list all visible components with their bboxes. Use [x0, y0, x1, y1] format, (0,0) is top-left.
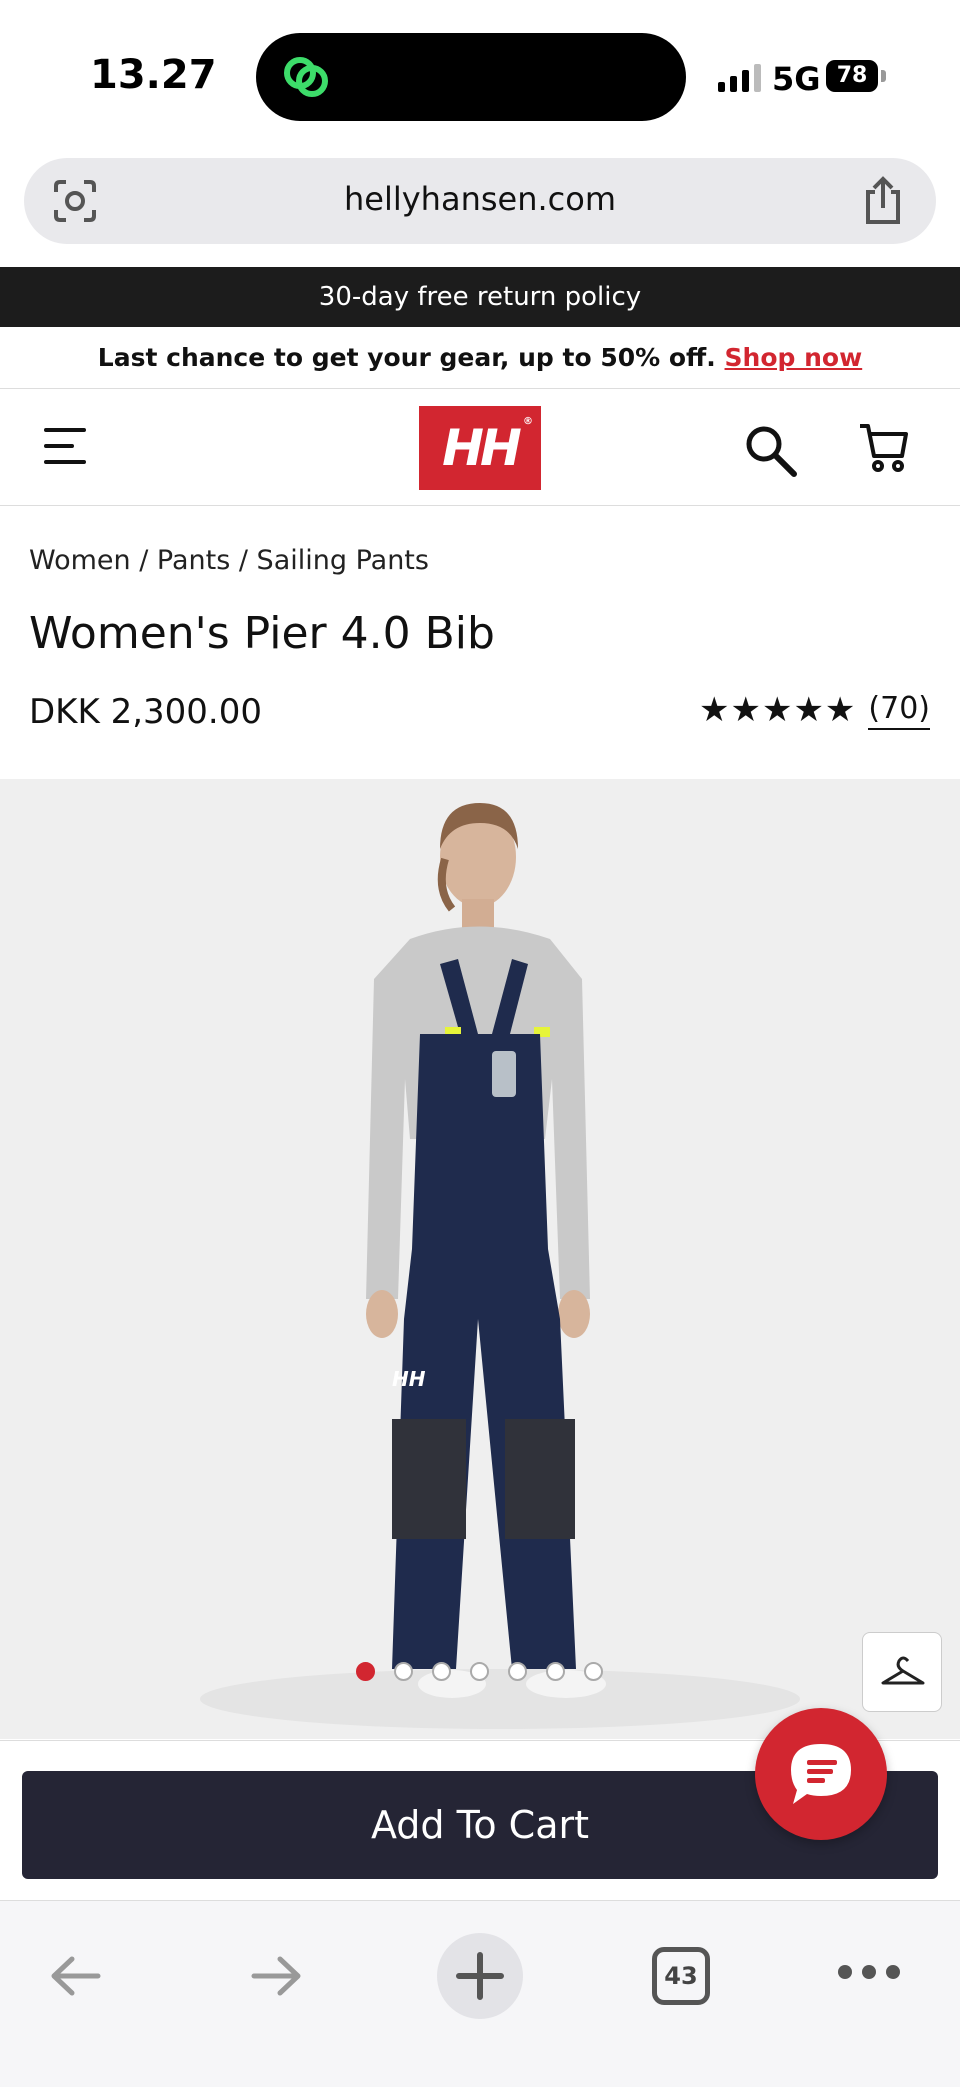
battery-icon: 78	[826, 60, 878, 92]
logo[interactable]: HH ®	[419, 406, 541, 490]
chat-icon	[791, 1744, 851, 1804]
site-header: HH ®	[0, 390, 960, 506]
logo-text: HH	[442, 419, 522, 477]
gallery-dot[interactable]	[546, 1662, 565, 1681]
product-image: HH	[200, 803, 800, 1729]
menu-icon[interactable]	[44, 426, 86, 466]
status-time: 13.27	[90, 52, 217, 98]
review-count[interactable]: (70)	[868, 691, 930, 730]
search-icon[interactable]	[742, 422, 798, 478]
gallery-dots	[356, 1662, 603, 1681]
dynamic-island	[256, 33, 686, 121]
link-icon	[284, 57, 328, 97]
battery-tip	[881, 70, 886, 82]
new-tab-button[interactable]	[437, 1933, 523, 2019]
forward-arrow-icon[interactable]	[248, 1951, 304, 2001]
signal-icon	[718, 62, 761, 92]
hanger-icon	[881, 1656, 925, 1685]
url-bar[interactable]: hellyhansen.com	[24, 158, 936, 244]
sale-banner: Last chance to get your gear, up to 50% …	[0, 327, 960, 389]
gallery-dot[interactable]	[394, 1662, 413, 1681]
product-gallery[interactable]: HH	[0, 779, 960, 1739]
size-guide-button[interactable]	[862, 1632, 942, 1712]
rating[interactable]: ★★★★★ (70)	[699, 690, 930, 730]
product-price: DKK 2,300.00	[29, 692, 262, 732]
plus-icon	[456, 1952, 504, 2000]
svg-text:HH: HH	[392, 1367, 426, 1391]
status-bar: 13.27 5G 78	[0, 0, 960, 150]
gallery-dot[interactable]	[432, 1662, 451, 1681]
cart-icon[interactable]	[858, 420, 908, 476]
browser-toolbar: 43	[0, 1900, 960, 2087]
url-text[interactable]: hellyhansen.com	[24, 180, 936, 218]
breadcrumb[interactable]: Women / Pants / Sailing Pants	[29, 545, 429, 576]
tabs-button[interactable]: 43	[652, 1947, 710, 2005]
gallery-dot[interactable]	[470, 1662, 489, 1681]
return-policy-banner: 30-day free return policy	[0, 267, 960, 327]
gallery-dot[interactable]	[356, 1662, 375, 1681]
share-icon[interactable]	[860, 176, 906, 226]
product-title: Women's Pier 4.0 Bib	[29, 608, 495, 659]
sale-text: Last chance to get your gear, up to 50% …	[97, 343, 716, 372]
shop-now-link[interactable]: Shop now	[725, 343, 863, 372]
back-arrow-icon[interactable]	[48, 1951, 104, 2001]
gallery-dot[interactable]	[584, 1662, 603, 1681]
more-icon[interactable]	[838, 1965, 900, 1979]
logo-mark: ®	[523, 416, 533, 427]
gallery-dot[interactable]	[508, 1662, 527, 1681]
network-label: 5G	[772, 60, 821, 98]
chat-button[interactable]	[755, 1708, 887, 1840]
rating-stars: ★★★★★	[699, 690, 857, 730]
